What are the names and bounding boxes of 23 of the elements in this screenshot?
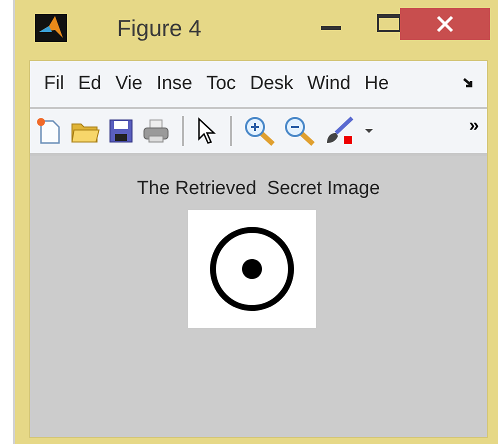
menu-item[interactable]: Wind <box>307 73 351 95</box>
menu-item[interactable]: Inse <box>156 73 192 95</box>
brush-icon[interactable] <box>327 116 354 144</box>
folder-icon[interactable] <box>71 124 100 142</box>
menu-item[interactable]: Desk <box>250 73 294 95</box>
printer-icon[interactable] <box>144 120 168 142</box>
menu-item[interactable]: Vie <box>115 73 142 95</box>
app-logo-icon <box>35 14 67 42</box>
zoom-in-icon[interactable] <box>245 117 275 146</box>
menu-overflow-icon[interactable] <box>463 78 472 88</box>
new-file-icon[interactable] <box>37 118 60 144</box>
caret-icon[interactable] <box>365 129 373 133</box>
menu-item[interactable]: Fil <box>44 73 64 95</box>
axes-title: The Retrieved Secret Image <box>137 178 380 200</box>
menu-item[interactable]: Ed <box>78 73 102 95</box>
close-button[interactable] <box>400 8 490 40</box>
window-title: Figure 4 <box>117 14 202 42</box>
menu-item[interactable]: He <box>364 73 389 95</box>
pointer-icon[interactable] <box>198 117 216 144</box>
close-icon <box>436 15 454 33</box>
zoom-out-icon[interactable] <box>285 117 315 146</box>
toolbar-overflow-button[interactable]: » <box>468 114 479 136</box>
menu-item[interactable]: Toc <box>206 73 236 95</box>
